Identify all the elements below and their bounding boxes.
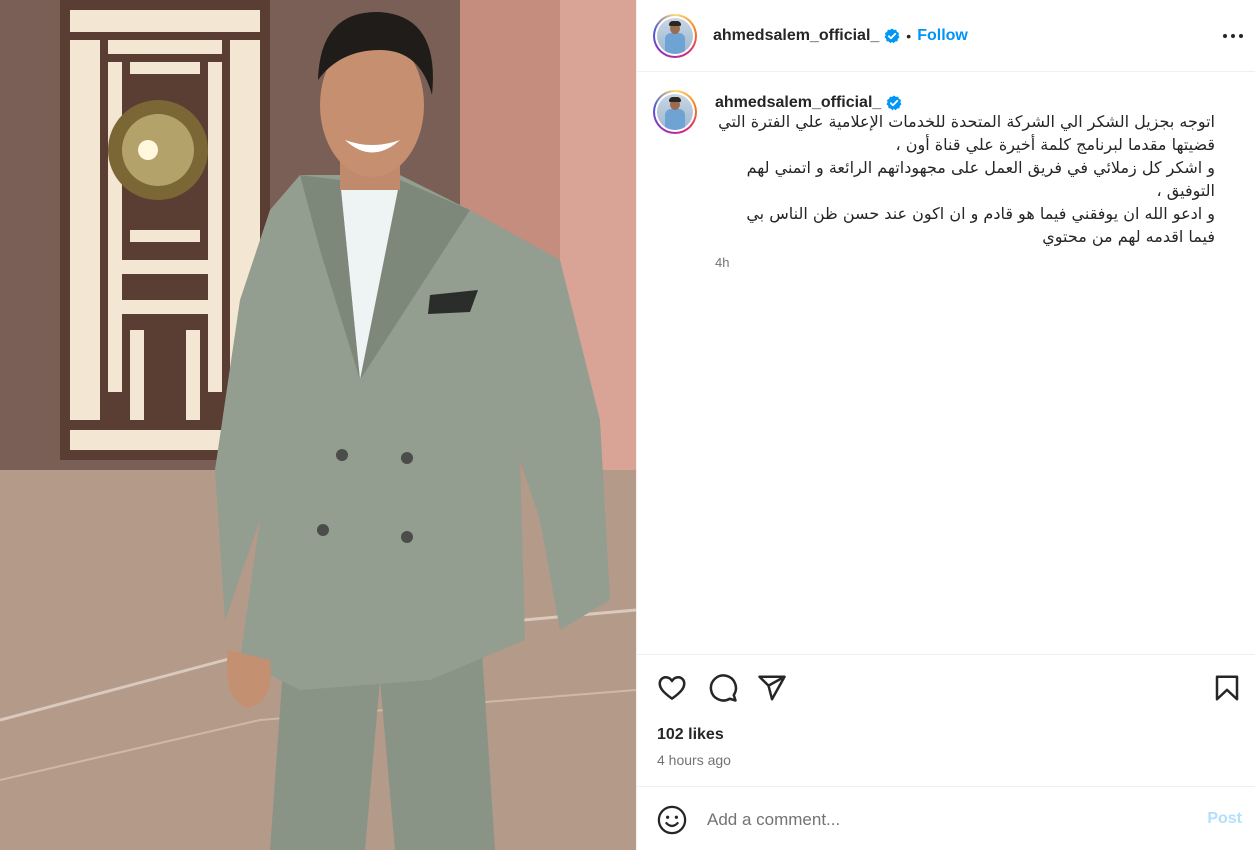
comment-input[interactable] [707, 807, 1147, 833]
comment-bar: Post [637, 786, 1255, 850]
instagram-post: ahmedsalem_official_ • Follow ahmedsalem… [0, 0, 1255, 850]
verified-badge-icon [884, 28, 900, 43]
bookmark-icon[interactable] [1212, 673, 1242, 703]
more-options-icon[interactable] [1221, 24, 1245, 48]
post-header: ahmedsalem_official_ • Follow [637, 0, 1255, 72]
caption-avatar[interactable] [653, 90, 697, 134]
username-link[interactable]: ahmedsalem_official_ [713, 27, 879, 45]
emoji-icon[interactable] [657, 805, 687, 835]
post-photo-illustration [0, 0, 636, 850]
heart-icon[interactable] [657, 673, 687, 703]
avatar[interactable] [653, 13, 697, 58]
caption-timestamp[interactable]: 4h [715, 255, 1215, 270]
caption-text: اتوجه بجزيل الشكر الي الشركة المتحدة للخ… [718, 112, 1215, 246]
comments-section: ahmedsalem_official_ اتوجه بجزيل الشكر ا… [637, 72, 1255, 655]
caption-verified-badge-icon [886, 95, 902, 111]
likes-count[interactable]: 102 likes [657, 726, 724, 744]
post-time[interactable]: 4 hours ago [657, 752, 731, 768]
post-side-panel: ahmedsalem_official_ • Follow ahmedsalem… [636, 0, 1255, 850]
post-photo[interactable] [0, 0, 636, 850]
follow-button[interactable]: Follow [917, 27, 968, 45]
comment-icon[interactable] [708, 673, 738, 703]
action-bar [637, 656, 1255, 720]
share-icon[interactable] [757, 673, 787, 703]
post-comment-button[interactable]: Post [1207, 810, 1242, 828]
post-caption: ahmedsalem_official_ اتوجه بجزيل الشكر ا… [653, 90, 1243, 270]
separator-dot: • [906, 27, 912, 44]
